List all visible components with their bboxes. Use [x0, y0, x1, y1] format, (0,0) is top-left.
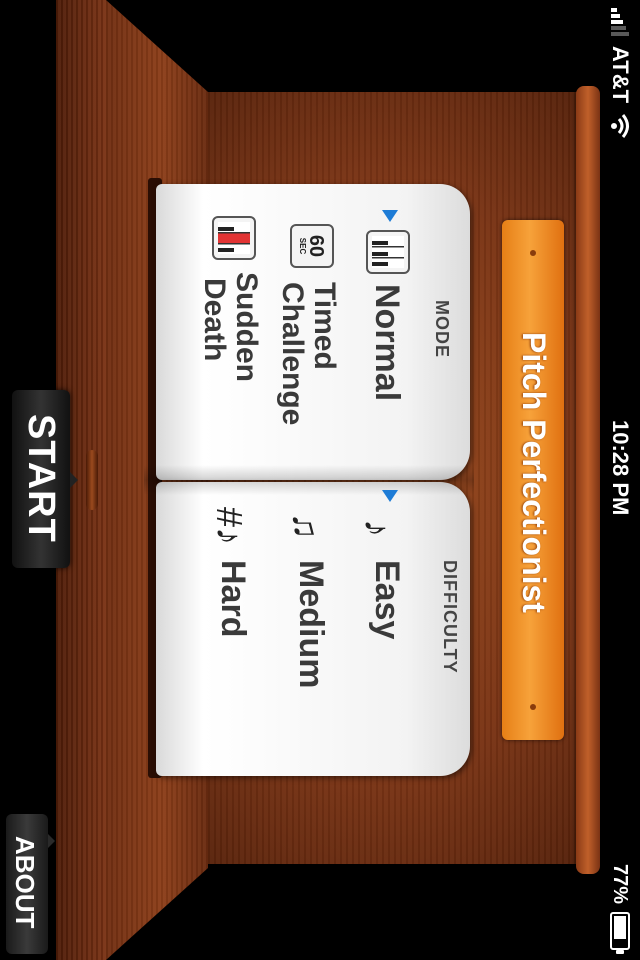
- difficulty-option-hard[interactable]: Hard: [214, 560, 252, 637]
- difficulty-heading: DIFFICULTY: [440, 560, 460, 674]
- bookshelf-lip: [576, 86, 600, 874]
- difficulty-option-medium[interactable]: Medium: [292, 560, 330, 688]
- plank-nail-bottom: [530, 704, 536, 710]
- mode-option-sudden-death[interactable]: Sudden Death: [198, 272, 264, 382]
- piano-keys-icon[interactable]: [366, 230, 410, 274]
- mode-heading: MODE: [432, 300, 452, 358]
- 60-sec-timer-icon[interactable]: 60 SEC: [290, 224, 334, 268]
- battery-group: 77%: [600, 864, 640, 950]
- timed-label-line1: Timed: [308, 282, 341, 370]
- mode-option-normal[interactable]: Normal: [368, 284, 406, 401]
- status-time: 10:28 PM: [608, 420, 633, 516]
- app-screen: MODE Normal 60 SEC Timed Challenge Sudde…: [0, 0, 640, 960]
- timer-unit: SEC: [298, 237, 307, 255]
- mode-option-timed-challenge[interactable]: Timed Challenge: [276, 282, 342, 426]
- eighth-note-icon[interactable]: ♪: [357, 519, 398, 537]
- signal-icon: [611, 8, 629, 36]
- battery-icon: [610, 912, 630, 950]
- status-bar: AT&T 10:28 PM 77%: [600, 0, 640, 960]
- wifi-icon: [611, 114, 629, 138]
- shelf-knob: [86, 450, 98, 510]
- beamed-notes-icon[interactable]: ♫: [286, 513, 327, 540]
- red-piano-key-icon[interactable]: [212, 216, 256, 260]
- difficulty-option-easy[interactable]: Easy: [368, 560, 406, 639]
- sudden-label-line1: Sudden: [230, 272, 263, 382]
- mode-selected-marker: [382, 210, 398, 222]
- battery-percent: 77%: [609, 863, 632, 904]
- about-button-label[interactable]: ABOUT: [9, 836, 40, 928]
- timer-value: 60: [305, 234, 327, 258]
- difficulty-selected-marker: [382, 490, 398, 502]
- book-spine: [144, 465, 474, 495]
- carrier-group: AT&T: [600, 8, 640, 139]
- carrier-name: AT&T: [608, 46, 633, 104]
- sudden-label-line2: Death: [198, 278, 232, 362]
- start-button-label[interactable]: START: [19, 414, 62, 543]
- plank-nail-top: [530, 250, 536, 256]
- timed-label-line2: Challenge: [276, 282, 310, 426]
- sharp-note-icon[interactable]: #♪: [209, 507, 250, 545]
- app-title: Pitch Perfectionist: [516, 332, 552, 613]
